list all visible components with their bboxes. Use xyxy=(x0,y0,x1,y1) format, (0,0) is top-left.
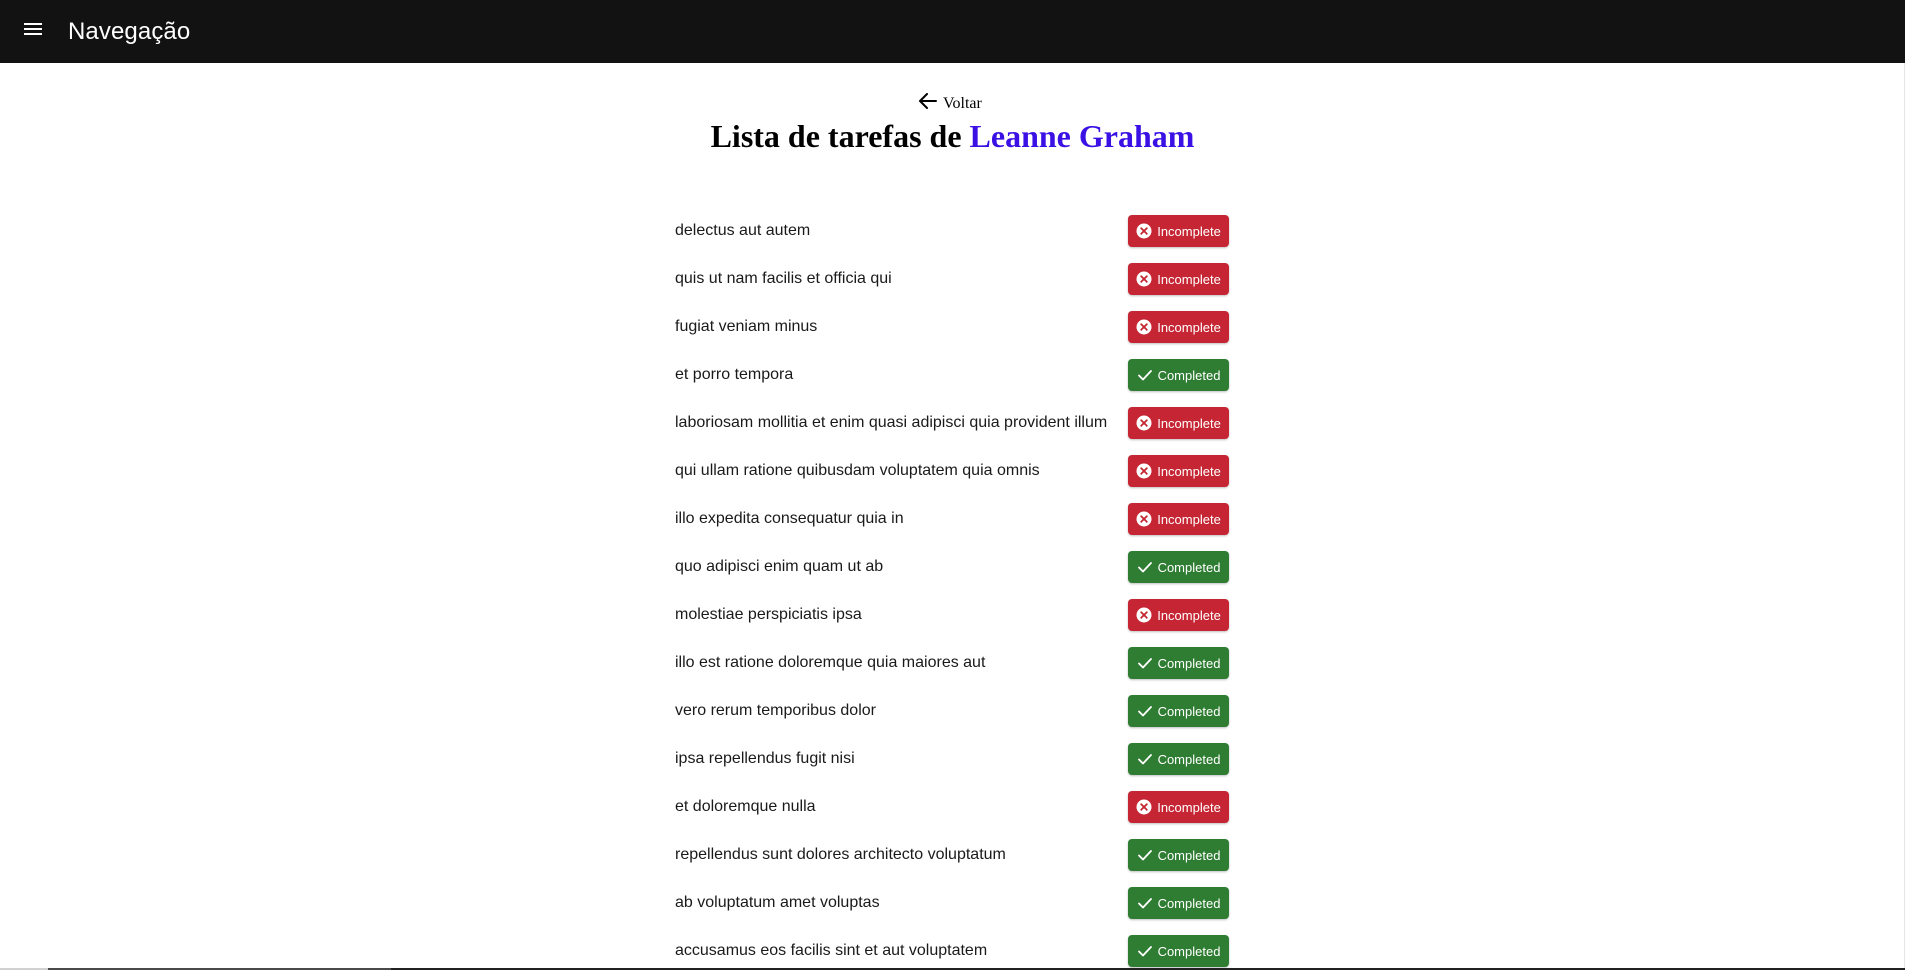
todo-row: ipsa repellendus fugit nisi Completed xyxy=(675,735,1229,783)
status-label: Incomplete xyxy=(1157,271,1221,287)
check-icon xyxy=(1137,655,1153,671)
incomplete-status-button[interactable]: Incomplete xyxy=(1128,263,1229,295)
check-icon xyxy=(1137,895,1153,911)
status-label: Incomplete xyxy=(1157,511,1221,527)
incomplete-status-button[interactable]: Incomplete xyxy=(1128,311,1229,343)
menu-icon xyxy=(23,21,43,42)
status-label: Incomplete xyxy=(1157,463,1221,479)
todo-title: illo expedita consequatur quia in xyxy=(675,510,904,527)
todo-title: quo adipisci enim quam ut ab xyxy=(675,558,884,575)
incomplete-status-button[interactable]: Incomplete xyxy=(1128,407,1229,439)
status-label: Completed xyxy=(1157,559,1221,575)
todo-title: vero rerum temporibus dolor xyxy=(675,702,876,719)
cancel-circle-icon xyxy=(1136,511,1152,527)
arrow-left-icon xyxy=(919,93,943,114)
back-link[interactable]: Voltar xyxy=(919,93,982,114)
status-label: Completed xyxy=(1157,367,1221,383)
check-icon xyxy=(1137,943,1153,959)
todo-title: ipsa repellendus fugit nisi xyxy=(675,750,855,767)
todo-title: repellendus sunt dolores architecto volu… xyxy=(675,846,1006,863)
incomplete-status-button[interactable]: Incomplete xyxy=(1128,791,1229,823)
completed-status-button[interactable]: Completed xyxy=(1128,935,1229,967)
todo-title: delectus aut autem xyxy=(675,222,811,239)
todo-title: illo est ratione doloremque quia maiores… xyxy=(675,654,986,671)
todo-list: delectus aut autem Incomplete quis ut nam … xyxy=(675,207,1229,970)
todo-row: vero rerum temporibus dolor Completed xyxy=(675,687,1229,735)
todo-title: molestiae perspiciatis ipsa xyxy=(675,606,862,623)
incomplete-status-button[interactable]: Incomplete xyxy=(1128,503,1229,535)
todo-title: accusamus eos facilis sint et aut volupt… xyxy=(675,942,988,959)
check-icon xyxy=(1137,559,1153,575)
todo-title: quis ut nam facilis et officia qui xyxy=(675,270,892,287)
status-label: Incomplete xyxy=(1157,223,1221,239)
back-link-label: Voltar xyxy=(943,94,982,112)
status-label: Completed xyxy=(1157,703,1221,719)
todo-row: accusamus eos facilis sint et aut volupt… xyxy=(675,927,1229,970)
todo-title: fugiat veniam minus xyxy=(675,318,818,335)
cancel-circle-icon xyxy=(1136,463,1152,479)
incomplete-status-button[interactable]: Incomplete xyxy=(1128,599,1229,631)
todo-title: laboriosam mollitia et enim quasi adipis… xyxy=(675,414,1108,431)
completed-status-button[interactable]: Completed xyxy=(1128,695,1229,727)
incomplete-status-button[interactable]: Incomplete xyxy=(1128,215,1229,247)
cancel-circle-icon xyxy=(1136,271,1152,287)
todo-row: illo expedita consequatur quia in Incompl… xyxy=(675,495,1229,543)
todo-row: molestiae perspiciatis ipsa Incomplete xyxy=(675,591,1229,639)
status-label: Incomplete xyxy=(1157,319,1221,335)
status-label: Incomplete xyxy=(1157,799,1221,815)
todo-row: fugiat veniam minus Incomplete xyxy=(675,303,1229,351)
app-title: Navegação xyxy=(68,17,191,45)
todo-title: et porro tempora xyxy=(675,366,794,383)
completed-status-button[interactable]: Completed xyxy=(1128,551,1229,583)
cancel-circle-icon xyxy=(1136,319,1152,335)
menu-button[interactable] xyxy=(22,21,44,43)
status-label: Completed xyxy=(1157,751,1221,767)
cancel-circle-icon xyxy=(1136,223,1152,239)
todo-row: laboriosam mollitia et enim quasi adipis… xyxy=(675,399,1229,447)
cancel-circle-icon xyxy=(1136,607,1152,623)
status-label: Completed xyxy=(1157,655,1221,671)
status-label: Completed xyxy=(1157,847,1221,863)
cancel-circle-icon xyxy=(1136,799,1152,815)
todo-row: repellendus sunt dolores architecto volu… xyxy=(675,831,1229,879)
todo-row: quo adipisci enim quam ut ab Completed xyxy=(675,543,1229,591)
completed-status-button[interactable]: Completed xyxy=(1128,887,1229,919)
todo-row: et doloremque nulla Incomplete xyxy=(675,783,1229,831)
todo-row: qui ullam ratione quibusdam voluptatem q… xyxy=(675,447,1229,495)
status-label: Incomplete xyxy=(1157,415,1221,431)
status-label: Completed xyxy=(1157,895,1221,911)
status-label: Incomplete xyxy=(1157,607,1221,623)
check-icon xyxy=(1137,847,1153,863)
cancel-circle-icon xyxy=(1136,415,1152,431)
status-label: Completed xyxy=(1157,943,1221,959)
todo-row: delectus aut autem Incomplete xyxy=(675,207,1229,255)
check-icon xyxy=(1137,751,1153,767)
check-icon xyxy=(1137,367,1153,383)
incomplete-status-button[interactable]: Incomplete xyxy=(1128,455,1229,487)
page-title: Lista de tarefas de Leanne Graham xyxy=(0,116,1905,156)
completed-status-button[interactable]: Completed xyxy=(1128,743,1229,775)
todo-title: ab voluptatum amet voluptas xyxy=(675,894,880,911)
page-title-prefix: Lista de tarefas de xyxy=(710,118,962,154)
todo-title: et doloremque nulla xyxy=(675,798,816,815)
completed-status-button[interactable]: Completed xyxy=(1128,839,1229,871)
todo-row: ab voluptatum amet voluptas Completed xyxy=(675,879,1229,927)
todo-row: quis ut nam facilis et officia qui Incomp… xyxy=(675,255,1229,303)
todo-row: et porro tempora Completed xyxy=(675,351,1229,399)
todo-row: illo est ratione doloremque quia maiores… xyxy=(675,639,1229,687)
top-app-bar: Navegação xyxy=(0,0,1905,63)
check-icon xyxy=(1137,703,1153,719)
completed-status-button[interactable]: Completed xyxy=(1128,647,1229,679)
todo-title: qui ullam ratione quibusdam voluptatem q… xyxy=(675,462,1040,479)
completed-status-button[interactable]: Completed xyxy=(1128,359,1229,391)
user-name: Leanne Graham xyxy=(969,118,1195,154)
